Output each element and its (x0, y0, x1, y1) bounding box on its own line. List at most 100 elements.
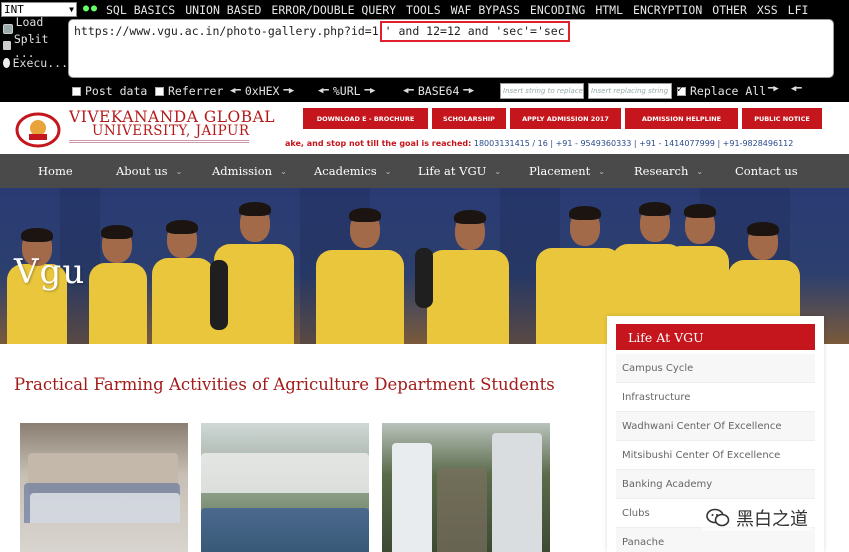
execute-label: Execu... (12, 55, 68, 70)
hackbar-menu: INT ▼ ●● SQL BASICS UNION BASED ERROR/DO… (0, 0, 849, 20)
hackbar-indicator-icon: ●● (83, 3, 100, 14)
base64-label: BASE64 (417, 84, 460, 98)
nav-about-label: About us (116, 164, 168, 178)
nav-contact-label: Contact us (735, 164, 798, 178)
gallery-photo-2[interactable] (201, 423, 369, 552)
menu-lfi[interactable]: LFI (788, 3, 809, 17)
chevron-down-icon: ⌄ (696, 166, 704, 176)
apply-admission-button[interactable]: APPLY ADMISSION 2017 (510, 108, 621, 129)
wechat-watermark: 黑白之道 (702, 505, 812, 531)
marquee-phones: 18003131415 / 16 | +91 - 9549360333 | +9… (473, 139, 794, 148)
sidebar-item-mitsibushi[interactable]: Mitsibushi Center Of Excellence (616, 441, 815, 470)
chevron-down-icon: ⌄ (280, 166, 287, 176)
split-url-button[interactable]: Split ... (0, 32, 68, 60)
base64-tool[interactable]: ◀━ BASE64 ━▶ (403, 84, 474, 98)
main-nav: Home About us ⌄ Admission ⌄ Academics ⌄ Lif… (0, 154, 849, 188)
referrer-label: Referrer (168, 84, 224, 98)
nav-placement-label: Placement (529, 164, 591, 178)
split-icon (3, 41, 11, 50)
admission-helpline-button[interactable]: ADMISSION HELPLINE (625, 108, 738, 129)
chevron-down-icon: ⌄ (598, 166, 605, 176)
menu-tools[interactable]: TOOLS (406, 3, 441, 17)
scholarship-button[interactable]: SCHOLARSHIP (432, 108, 506, 129)
contact-marquee: ake, and stop not till the goal is reach… (285, 139, 825, 148)
menu-waf-bypass[interactable]: WAF BYPASS (451, 3, 520, 17)
sidebar-title: Life At VGU (616, 324, 815, 350)
url-base-text: https://www.vgu.ac.in/photo-gallery.php?… (74, 24, 379, 38)
gallery-photo-1[interactable] (20, 423, 188, 552)
hackbar-menu-items: SQL BASICS UNION BASED ERROR/DOUBLE QUER… (106, 3, 808, 17)
logo-underline (69, 140, 249, 143)
url-encode-tool[interactable]: ◀━ %URL ━▶ (318, 84, 375, 98)
execute-button[interactable]: Execu... (0, 54, 68, 71)
chevron-down-icon: ⌄ (384, 166, 392, 176)
menu-encryption[interactable]: ENCRYPTION (633, 3, 702, 17)
post-data-checkbox[interactable]: Post data (72, 84, 147, 98)
menu-sql-basics[interactable]: SQL BASICS (106, 3, 175, 17)
arrow-left-icon: ◀━ (318, 86, 329, 96)
sidebar-item-banking-academy[interactable]: Banking Academy (616, 470, 815, 499)
gallery-photo-3[interactable] (382, 423, 550, 552)
url-encode-label: %URL (332, 84, 361, 98)
chevron-down-icon: ▼ (69, 5, 74, 14)
site-header: VIVEKANANDA GLOBAL UNIVERSITY, JAIPUR DO… (0, 102, 849, 154)
nav-life-label: Life at VGU (418, 164, 487, 178)
sidebar-item-infrastructure[interactable]: Infrastructure (616, 383, 815, 412)
vgu-logo-icon[interactable] (15, 108, 61, 148)
download-brochure-button[interactable]: DOWNLOAD E - BROCHURE (303, 108, 428, 129)
hackbar-options: Post data Referrer ◀━ 0xHEX ━▶ ◀━ %URL ━… (0, 82, 849, 100)
nav-academics[interactable]: Academics ⌄ (288, 154, 393, 188)
arrow-left-icon: ◀━ (790, 84, 802, 94)
replace-search-input[interactable]: Insert string to replace (500, 83, 584, 99)
checkbox-icon (72, 86, 81, 96)
menu-html[interactable]: HTML (595, 3, 623, 17)
hackbar-side-actions: Load ... Split ... Execu... (0, 15, 68, 71)
hero-title: Vgu (14, 252, 86, 292)
wechat-icon (706, 508, 730, 527)
marquee-quote: ake, and stop not till the goal is reach… (285, 139, 472, 148)
arrow-right-icon: ━▶ (364, 86, 376, 96)
hackbar-toolbar: INT ▼ ●● SQL BASICS UNION BASED ERROR/DO… (0, 0, 849, 102)
sidebar-item-wadhwani[interactable]: Wadhwani Center Of Excellence (616, 412, 815, 441)
sidebar-item-campus-cycle[interactable]: Campus Cycle (616, 354, 815, 383)
hex-tool[interactable]: ◀━ 0xHEX ━▶ (230, 84, 294, 98)
injection-payload-highlight: ' and 12=12 and 'sec'='sec (379, 21, 570, 42)
menu-xss[interactable]: XSS (757, 3, 778, 17)
referrer-checkbox[interactable]: Referrer (155, 84, 223, 98)
nav-admission-label: Admission (212, 164, 273, 178)
arrow-right-icon: ━▶ (463, 86, 475, 96)
nav-home[interactable]: Home (0, 154, 90, 188)
post-data-label: Post data (85, 84, 148, 98)
arrow-right-icon: ━▶ (768, 84, 779, 94)
top-button-row: DOWNLOAD E - BROCHURE SCHOLARSHIP APPLY … (303, 108, 826, 129)
replace-all-checkbox[interactable]: Replace All (677, 84, 766, 98)
arrow-left-icon: ◀━ (230, 86, 241, 96)
logo-text-line2: UNIVERSITY, JAIPUR (92, 123, 250, 139)
nav-about-us[interactable]: About us ⌄ (90, 154, 188, 188)
nav-research-label: Research (634, 164, 689, 178)
hex-label: 0xHEX (244, 84, 280, 98)
nav-research[interactable]: Research ⌄ (607, 154, 709, 188)
nav-admission[interactable]: Admission ⌄ (188, 154, 288, 188)
menu-union-based[interactable]: UNION BASED (185, 3, 261, 17)
nav-contact-us[interactable]: Contact us (709, 154, 829, 188)
replace-all-label: Replace All (690, 84, 767, 98)
load-icon (3, 23, 13, 34)
menu-error-double-query[interactable]: ERROR/DOUBLE QUERY (271, 3, 396, 17)
chevron-down-icon: ⌄ (175, 166, 183, 176)
nav-life-at-vgu[interactable]: Life at VGU ⌄ (393, 154, 501, 188)
execute-icon (3, 57, 10, 68)
nav-placement[interactable]: Placement ⌄ (501, 154, 607, 188)
replace-with-input[interactable]: Insert replacing string (588, 83, 672, 99)
sidebar-item-panache[interactable]: Panache (616, 528, 815, 552)
menu-other[interactable]: OTHER (712, 3, 747, 17)
arrow-left-icon: ◀━ (403, 86, 414, 96)
nav-academics-label: Academics (314, 164, 377, 178)
checkbox-checked-icon (677, 84, 686, 96)
arrow-right-icon: ━▶ (283, 86, 295, 96)
watermark-text: 黑白之道 (736, 509, 808, 530)
url-textarea[interactable]: https://www.vgu.ac.in/photo-gallery.php?… (68, 19, 834, 78)
menu-encoding[interactable]: ENCODING (530, 3, 585, 17)
public-notice-button[interactable]: PUBLIC NOTICE (742, 108, 822, 129)
replace-all-tool[interactable]: ━▶ ◀━ (768, 84, 802, 94)
